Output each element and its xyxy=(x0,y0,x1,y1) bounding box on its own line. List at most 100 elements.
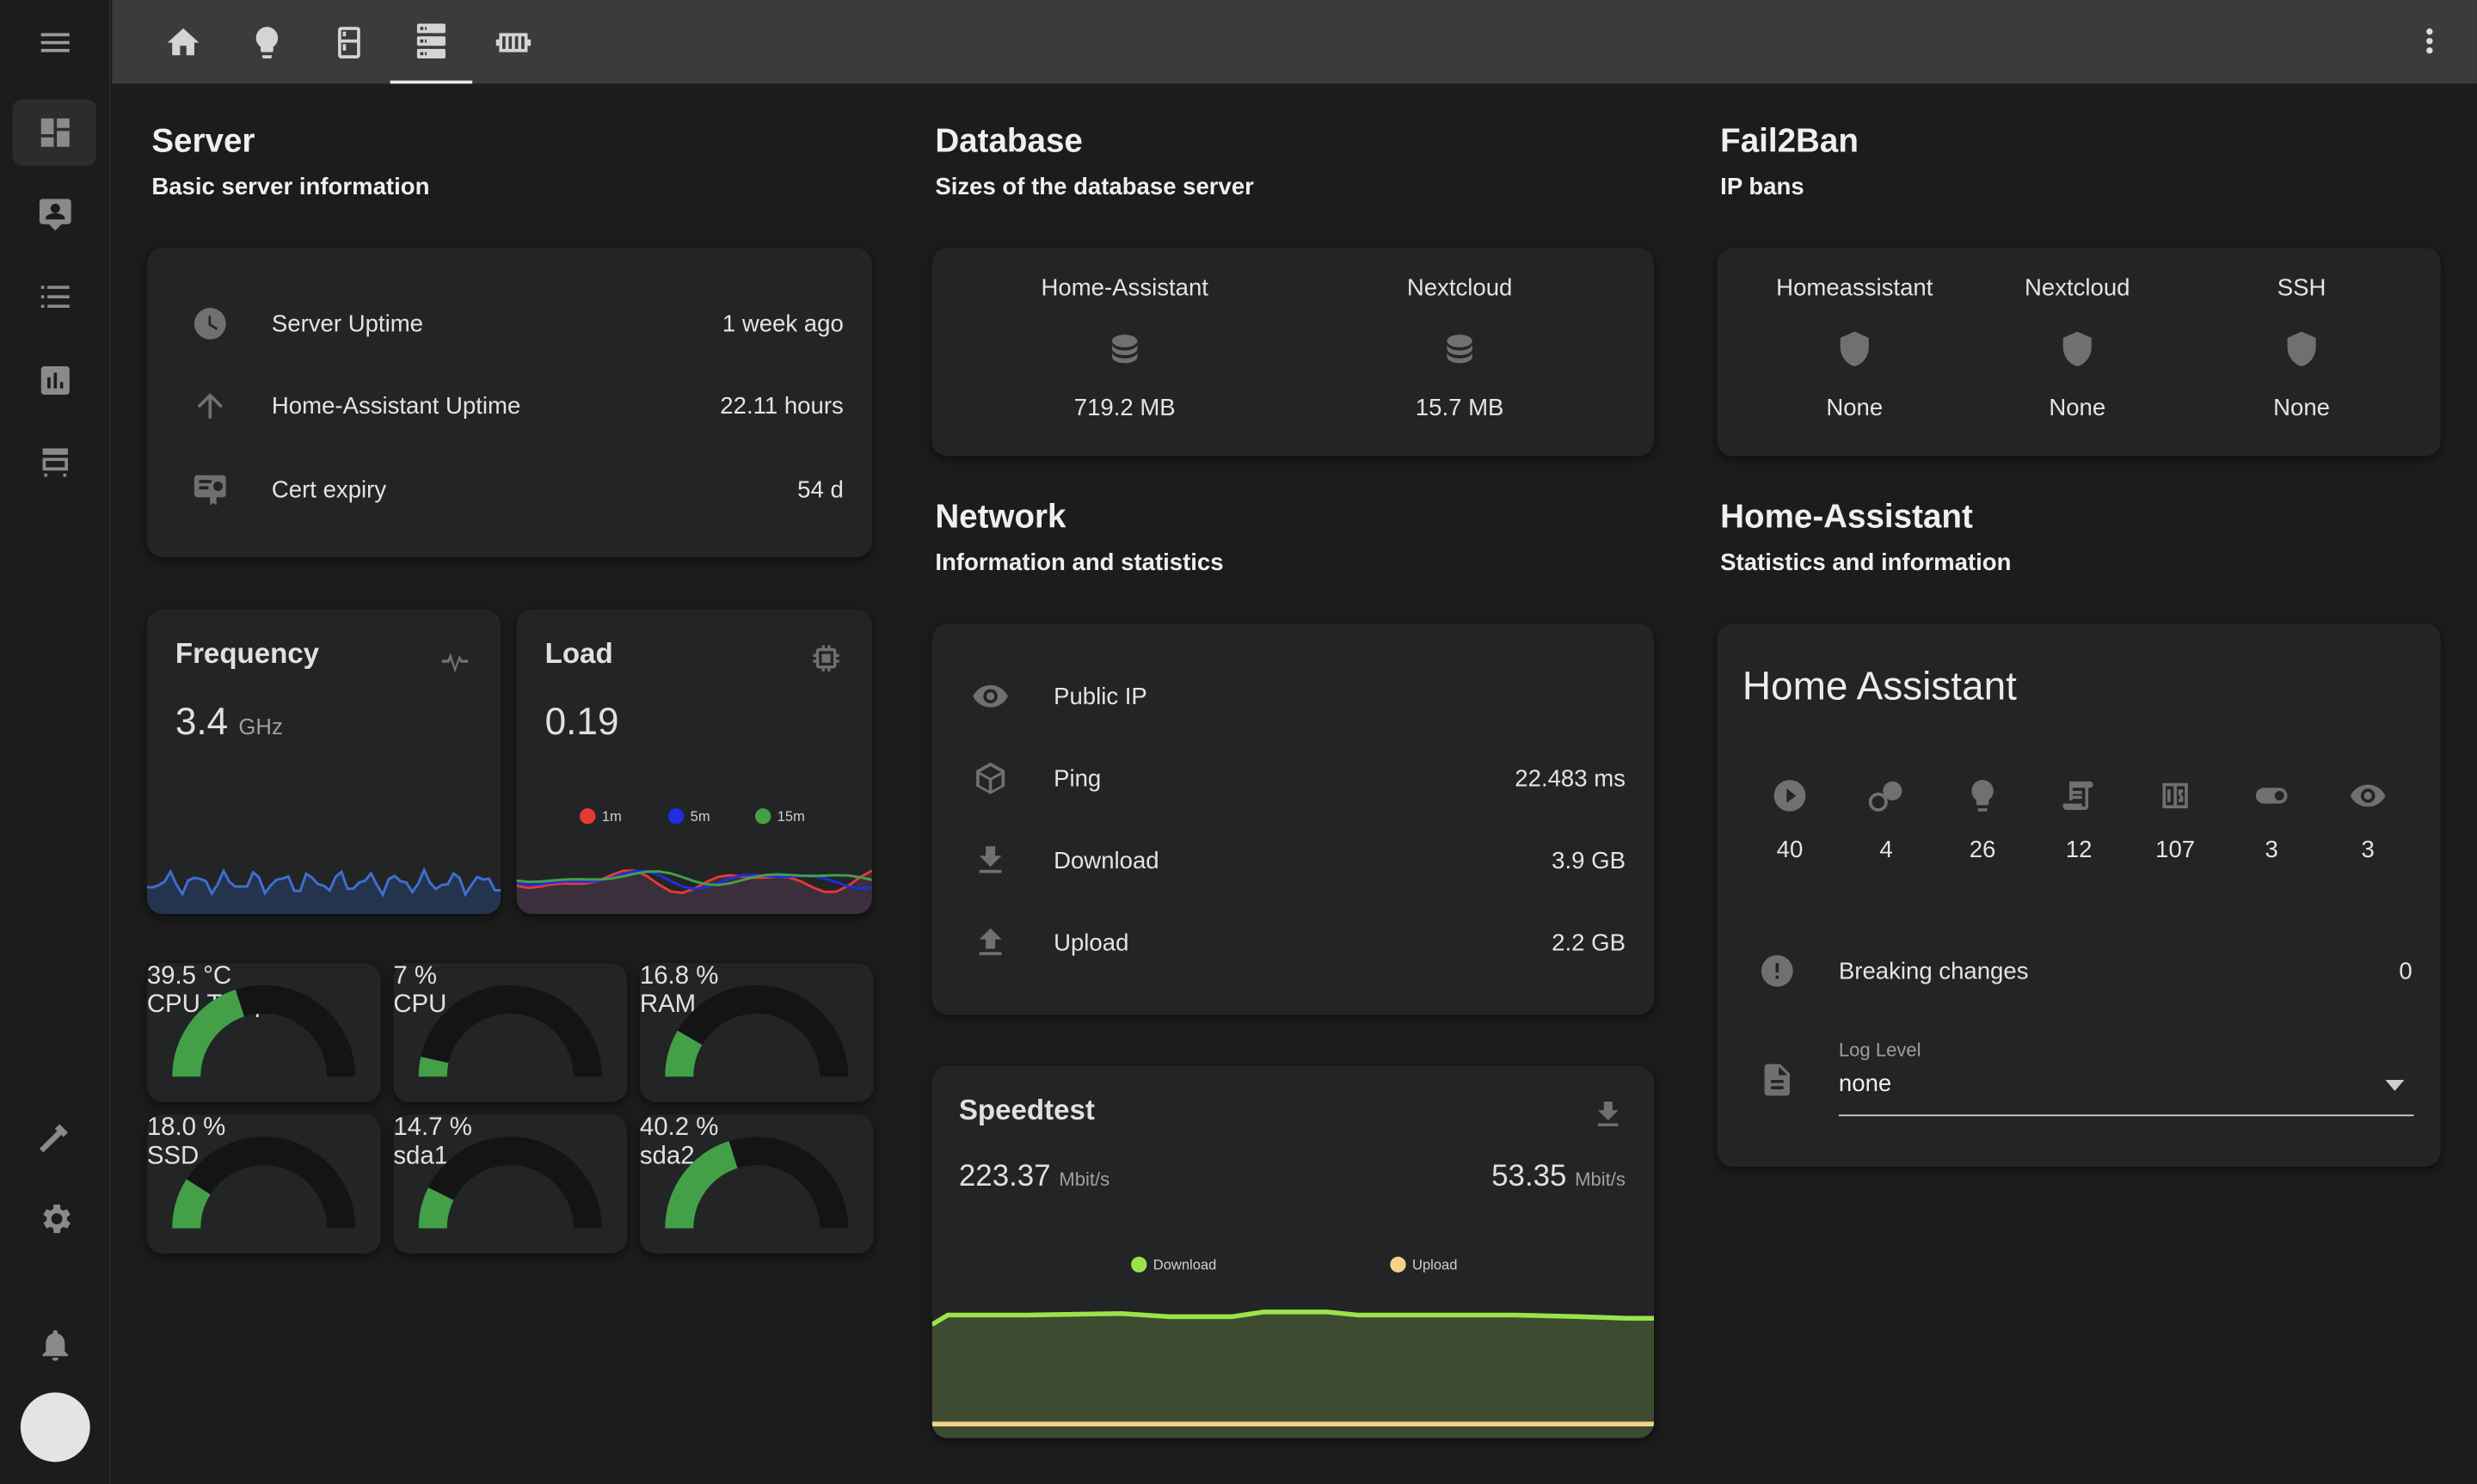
gauge-dial xyxy=(418,984,602,1077)
public-ip-row[interactable]: Public IP xyxy=(932,672,1654,720)
eye-icon xyxy=(2351,784,2386,807)
tab-home[interactable] xyxy=(142,0,224,83)
db-value: 15.7 MB xyxy=(1415,395,1504,422)
stat-groups[interactable]: 4 xyxy=(1854,776,1917,863)
stat-sensors[interactable]: 107 xyxy=(2143,776,2206,863)
log-file-icon xyxy=(1758,1061,1796,1099)
gauge-fill xyxy=(172,990,245,1077)
network-title: Network xyxy=(935,499,1066,536)
jail-name: Nextcloud xyxy=(2024,274,2130,302)
user-avatar[interactable] xyxy=(20,1392,90,1463)
gauge-dial xyxy=(665,984,849,1077)
row-label: Upload xyxy=(1054,929,1129,956)
counter-icon xyxy=(2162,782,2188,809)
database-icon xyxy=(1441,330,1478,368)
frequency-unit: GHz xyxy=(238,713,283,739)
gauge-card[interactable]: 14.7 % sda1 xyxy=(393,1114,628,1254)
speedtest-card[interactable]: Speedtest 223.37 Mbit/s 53.35 Mbit/s Dow… xyxy=(931,1065,1655,1438)
stat-lights[interactable]: 26 xyxy=(1951,776,2013,863)
developer-tools-icon[interactable] xyxy=(13,1104,96,1170)
server-subtitle: Basic server information xyxy=(151,173,430,201)
gauge-fill xyxy=(665,1141,738,1229)
gauge-card[interactable]: 39.5 °CCPU Temp xyxy=(146,963,381,1102)
notifications-bell-icon[interactable] xyxy=(13,1312,96,1378)
gauge-card[interactable]: 18.0 % SSD xyxy=(146,1114,381,1254)
cube-icon xyxy=(972,759,1010,797)
db-name: Nextcloud xyxy=(1406,274,1513,302)
legend-swatch xyxy=(1131,1256,1147,1272)
gauge-dial xyxy=(172,984,356,1077)
gauge-card[interactable]: 7 % CPU xyxy=(393,963,628,1102)
frequency-card[interactable]: Frequency 3.4 GHz xyxy=(146,609,501,915)
settings-gear-icon[interactable] xyxy=(13,1186,96,1252)
tab-fridge[interactable] xyxy=(308,0,390,83)
row-value: 1 week ago xyxy=(722,310,844,338)
download-icon xyxy=(972,842,1010,880)
database-icon xyxy=(1106,330,1144,368)
tab-server[interactable] xyxy=(390,0,473,84)
upload-icon xyxy=(972,923,1010,961)
sidebar-item-logbook[interactable] xyxy=(13,264,96,330)
jail-value: None xyxy=(1826,395,1884,422)
gauge-dial xyxy=(665,1137,849,1229)
stat-switches[interactable]: 3 xyxy=(2240,776,2302,863)
toggle-icon xyxy=(2255,788,2288,804)
tab-lights[interactable] xyxy=(226,0,309,83)
row-value: 22.483 ms xyxy=(1515,764,1626,792)
legend-swatch xyxy=(580,808,596,825)
legend-download: Download xyxy=(1131,1256,1217,1272)
stat-value: 40 xyxy=(1776,837,1804,864)
breaking-changes-row[interactable]: Breaking changes 0 xyxy=(1717,947,2440,995)
frequency-number: 3.4 xyxy=(175,701,229,744)
legend-swatch xyxy=(1390,1256,1406,1272)
fail2ban-title: Fail2Ban xyxy=(1720,123,1859,160)
stat-scripts[interactable]: 12 xyxy=(2047,776,2110,863)
stat-value: 3 xyxy=(2361,837,2375,864)
row-value: 54 d xyxy=(797,475,844,503)
more-vert-icon[interactable] xyxy=(2411,22,2449,60)
sidebar-item-hacs[interactable] xyxy=(13,429,96,495)
gauge-card[interactable]: 40.2 % sda2 xyxy=(639,1114,874,1254)
log-level-label: Log Level xyxy=(1838,1039,1921,1061)
fail2ban-subtitle: IP bans xyxy=(1720,173,1804,201)
gauge-card[interactable]: 16.8 % RAM xyxy=(639,963,874,1102)
server-info-card: Server Uptime 1 week ago Home-Assistant … xyxy=(146,248,872,558)
homeassistant-card-title: Home Assistant xyxy=(1742,665,2017,709)
speedtest-title: Speedtest xyxy=(958,1094,1095,1126)
database-item-nextcloud[interactable]: Nextcloud 15.7 MB xyxy=(1349,274,1570,421)
legend-label: Download xyxy=(1152,1256,1217,1272)
upload-row[interactable]: Upload 2.2 GB xyxy=(932,919,1654,966)
stat-value: 3 xyxy=(2265,837,2278,864)
sidebar-item-overview[interactable] xyxy=(12,99,97,166)
server-uptime-row[interactable]: Server Uptime 1 week ago xyxy=(147,300,872,347)
stat-binary-sensors[interactable]: 3 xyxy=(2336,776,2399,863)
row-value: 3.9 GB xyxy=(1552,847,1626,874)
tab-memory[interactable] xyxy=(472,0,555,83)
ha-uptime-row[interactable]: Home-Assistant Uptime 22.11 hours xyxy=(147,382,872,429)
gauge-dial xyxy=(172,1137,356,1229)
stat-automations[interactable]: 40 xyxy=(1758,776,1821,863)
row-label: Breaking changes xyxy=(1838,957,2029,984)
db-value: 719.2 MB xyxy=(1073,395,1176,422)
load-card[interactable]: Load 0.19 1m 5m 15m xyxy=(516,609,872,915)
download-row[interactable]: Download 3.9 GB xyxy=(932,837,1654,884)
row-label: Download xyxy=(1054,847,1159,874)
frequency-title: Frequency xyxy=(175,637,320,670)
log-level-select[interactable]: Log Level none xyxy=(1838,1039,2414,1117)
clock-icon xyxy=(191,304,229,342)
fail2ban-item-homeassistant[interactable]: Homeassistant None xyxy=(1752,274,1958,421)
menu-icon[interactable] xyxy=(13,9,96,76)
cert-expiry-row[interactable]: Cert expiry 54 d xyxy=(147,466,872,513)
fail2ban-item-nextcloud[interactable]: Nextcloud None xyxy=(1975,274,2180,421)
row-value: 2.2 GB xyxy=(1552,929,1626,956)
fail2ban-item-ssh[interactable]: SSH None xyxy=(2199,274,2405,421)
row-label: Public IP xyxy=(1054,683,1147,710)
bulb-icon xyxy=(255,26,279,58)
load-value: 0.19 xyxy=(544,701,619,744)
arrow-up-icon xyxy=(191,387,229,425)
sidebar-item-map[interactable] xyxy=(13,181,96,248)
ping-row[interactable]: Ping 22.483 ms xyxy=(932,755,1654,802)
sidebar-item-history[interactable] xyxy=(13,347,96,414)
database-item-home-assistant[interactable]: Home-Assistant 719.2 MB xyxy=(1014,274,1235,421)
row-label: Cert expiry xyxy=(271,475,387,503)
